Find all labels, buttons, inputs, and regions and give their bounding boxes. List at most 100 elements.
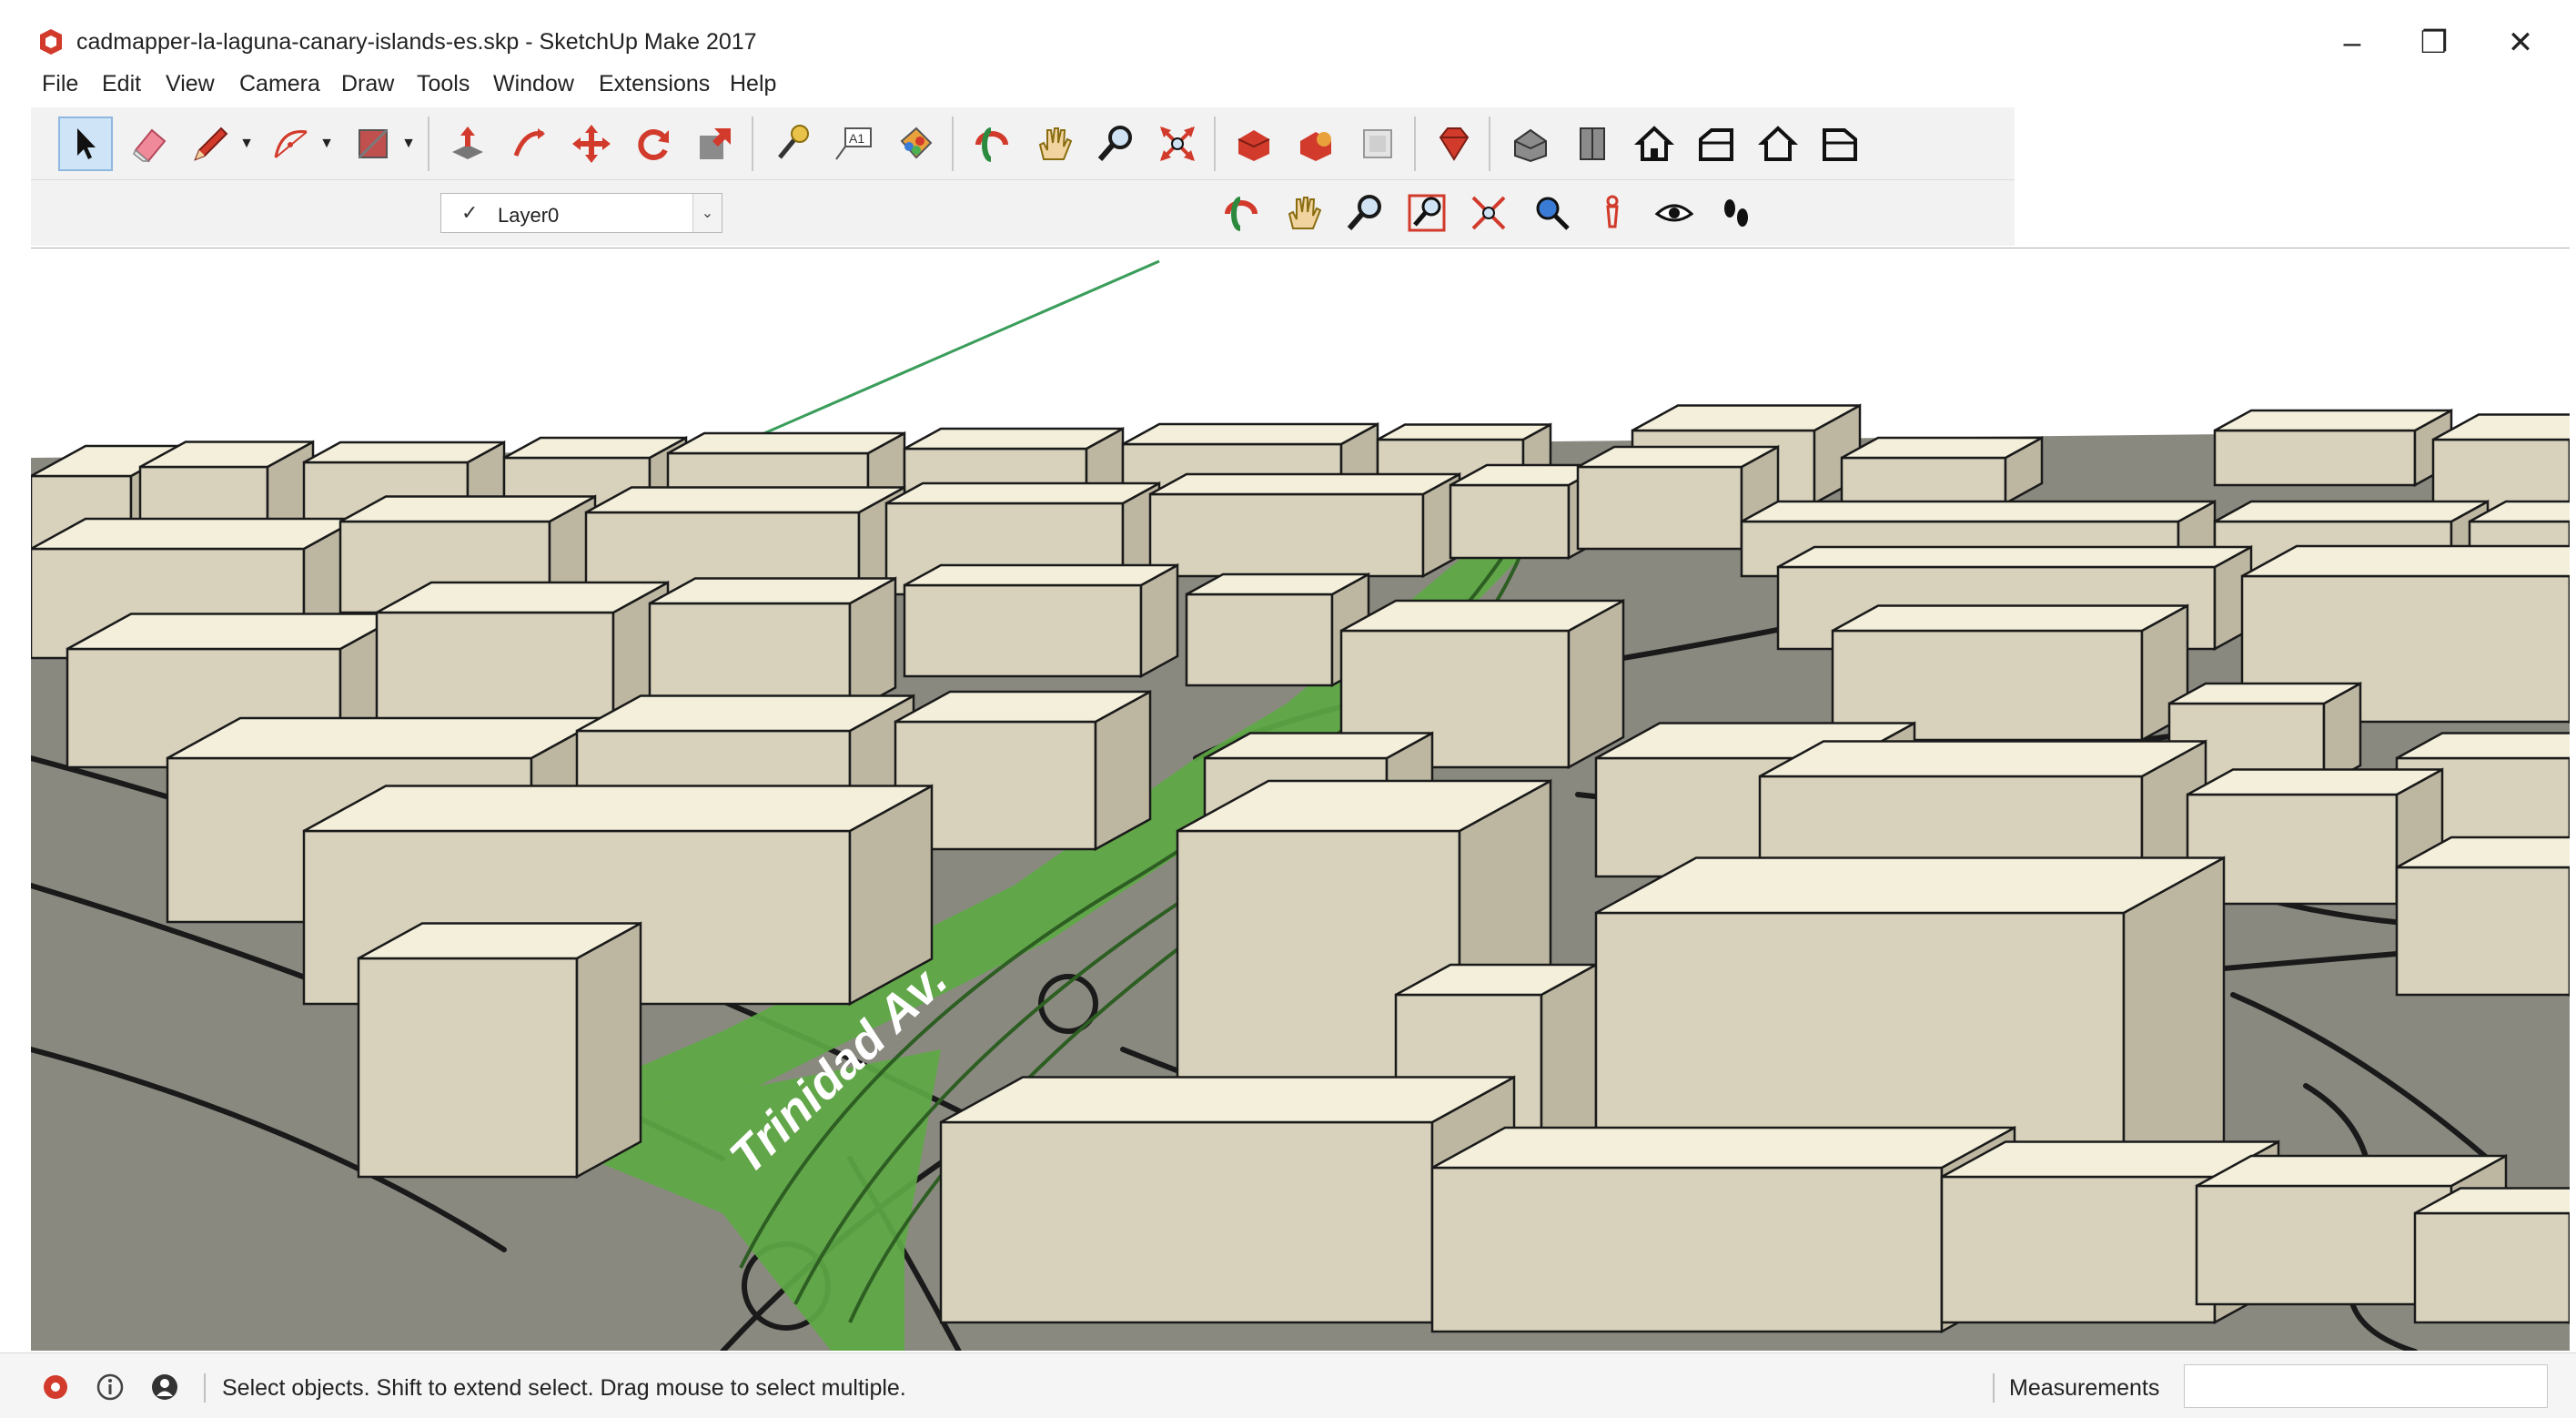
rectangle-dropdown-arrow[interactable]: ▼ — [399, 116, 419, 171]
select-arrow-icon — [77, 128, 96, 159]
toolbar-separator — [1489, 116, 1490, 171]
tape-measure-tool-button[interactable] — [764, 116, 819, 171]
building-facade — [1185, 593, 1334, 687]
left-view-button[interactable] — [1813, 116, 1867, 171]
select-tool-button[interactable] — [58, 116, 113, 171]
zoom-window-button[interactable] — [1399, 186, 1454, 240]
menu-draw[interactable]: Draw — [341, 71, 394, 107]
chevron-down-icon[interactable]: ⌄ — [692, 194, 722, 232]
back-house-icon — [1757, 126, 1799, 161]
menu-tools[interactable]: Tools — [417, 71, 470, 107]
sketchup-app-icon — [36, 27, 66, 56]
building-roof — [1431, 1126, 2015, 1170]
menu-window[interactable]: Window — [493, 71, 574, 107]
status-separator — [204, 1373, 206, 1403]
position-camera-icon — [1606, 195, 1619, 228]
rotate-tool-button[interactable] — [626, 116, 681, 171]
arc-tool-button[interactable] — [264, 116, 318, 171]
zoom-tool-button[interactable] — [1088, 116, 1143, 171]
iso-view-button[interactable] — [1503, 116, 1558, 171]
back-view-button[interactable] — [1751, 116, 1805, 171]
ruby-console-button[interactable] — [1427, 116, 1481, 171]
layer-dropdown[interactable]: ✓ Layer0 ⌄ — [440, 193, 722, 233]
position-camera-button[interactable] — [1585, 186, 1640, 240]
building-roof — [1122, 422, 1379, 446]
green-axis-line — [749, 259, 1160, 441]
building-roof — [1777, 545, 2252, 569]
menu-file[interactable]: File — [42, 71, 78, 107]
line-tool-button[interactable] — [184, 116, 238, 171]
move-icon — [572, 125, 611, 163]
window-title: cadmapper-la-laguna-canary-islands-es.sk… — [76, 29, 757, 55]
orbit-icon — [1225, 197, 1258, 231]
scale-tool-button[interactable] — [688, 116, 742, 171]
zoom-extents-icon — [1471, 196, 1506, 230]
menu-help[interactable]: Help — [730, 71, 776, 107]
arc-dropdown-arrow[interactable]: ▼ — [317, 116, 337, 171]
push-pull-icon — [452, 127, 483, 159]
sign-in-user-icon[interactable] — [149, 1372, 180, 1403]
camera-zoom-button[interactable] — [1338, 186, 1392, 240]
paint-bucket-tool-button[interactable] — [888, 116, 943, 171]
orbit-tool-button[interactable] — [965, 116, 1019, 171]
previous-view-button[interactable] — [1523, 186, 1578, 240]
ruby-gem-icon — [1439, 127, 1470, 161]
look-around-button[interactable] — [1647, 186, 1702, 240]
minimize-button[interactable]: – — [2320, 16, 2384, 69]
camera-orbit-button[interactable] — [1214, 186, 1268, 240]
follow-me-icon — [513, 128, 545, 157]
front-view-button[interactable] — [1627, 116, 1682, 171]
building-facade — [1449, 483, 1571, 560]
geo-location-icon[interactable] — [40, 1372, 71, 1403]
secondary-toolbar — [31, 180, 2015, 246]
close-button[interactable]: ✕ — [2489, 16, 2552, 69]
menu-view[interactable]: View — [166, 71, 215, 107]
layout-button[interactable] — [1350, 116, 1405, 171]
building-facade — [1940, 1175, 2217, 1324]
left-house-icon — [1823, 128, 1857, 161]
move-tool-button[interactable] — [564, 116, 619, 171]
building-facade — [357, 957, 579, 1179]
restore-button[interactable]: ❐ — [2402, 16, 2466, 69]
extension-warehouse-button[interactable] — [1288, 116, 1343, 171]
line-dropdown-arrow[interactable]: ▼ — [237, 116, 257, 171]
right-view-button[interactable] — [1689, 116, 1743, 171]
tape-measure-icon — [778, 125, 809, 159]
menu-camera[interactable]: Camera — [239, 71, 320, 107]
rectangle-tool-button[interactable] — [346, 116, 400, 171]
arc-icon — [274, 130, 308, 158]
scale-icon — [700, 128, 731, 159]
warehouse-icon — [1237, 130, 1270, 161]
previous-view-icon — [1536, 197, 1570, 230]
text-label-icon: A1 — [835, 127, 872, 160]
building-roof — [2214, 409, 2452, 432]
building-roof — [303, 785, 933, 833]
building-roof — [2214, 500, 2489, 523]
3d-model-viewport[interactable]: Trinidad Av. — [31, 248, 2570, 1351]
building-roof — [1841, 436, 2043, 460]
credits-info-icon[interactable] — [95, 1372, 126, 1403]
building-roof — [940, 1076, 1515, 1124]
zoom-extents-tool-button[interactable] — [1150, 116, 1205, 171]
text-tool-button[interactable]: A1 — [826, 116, 881, 171]
push-pull-tool-button[interactable] — [440, 116, 495, 171]
pan-tool-button[interactable] — [1026, 116, 1081, 171]
camera-pan-button[interactable] — [1276, 186, 1330, 240]
building-roof — [303, 441, 505, 464]
layer-checkmark: ✓ — [461, 201, 479, 224]
building-roof — [2187, 768, 2443, 796]
top-view-button[interactable] — [1565, 116, 1620, 171]
menu-edit[interactable]: Edit — [102, 71, 141, 107]
eraser-tool-button[interactable] — [122, 116, 177, 171]
menu-extensions[interactable]: Extensions — [599, 71, 710, 107]
layout-icon — [1363, 129, 1392, 158]
3d-warehouse-button[interactable] — [1227, 116, 1281, 171]
walk-button[interactable] — [1709, 186, 1763, 240]
measurements-input[interactable] — [2184, 1364, 2548, 1408]
building-roof — [1577, 445, 1779, 469]
toolbar-separator — [952, 116, 954, 171]
follow-me-tool-button[interactable] — [502, 116, 557, 171]
building-roof — [2432, 413, 2570, 441]
building-roof — [585, 486, 905, 514]
camera-zoom-extents-button[interactable] — [1461, 186, 1516, 240]
